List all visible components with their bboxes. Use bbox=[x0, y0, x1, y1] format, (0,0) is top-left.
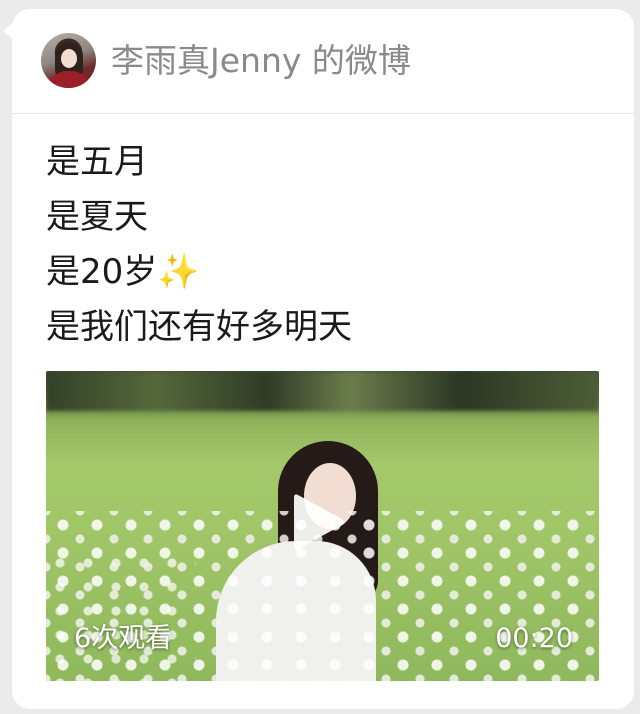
post-header[interactable]: 李雨真Jenny 的微博 bbox=[12, 9, 634, 114]
avatar[interactable] bbox=[41, 33, 96, 88]
video-thumbnail[interactable]: 6次观看 00:20 bbox=[46, 371, 599, 681]
post-text: 是五月 是夏天 是20岁✨ 是我们还有好多明天 bbox=[46, 135, 606, 355]
post-line-2: 是夏天 bbox=[46, 197, 148, 237]
avatar-face bbox=[61, 49, 77, 68]
shared-post-card[interactable]: 李雨真Jenny 的微博 是五月 是夏天 是20岁✨ 是我们还有好多明天 6次观… bbox=[12, 9, 634, 709]
view-count: 6次观看 bbox=[74, 623, 173, 654]
play-icon[interactable] bbox=[290, 491, 346, 553]
video-duration: 00:20 bbox=[495, 623, 573, 654]
background-trees bbox=[46, 371, 599, 411]
post-line-3: 是20岁✨ bbox=[46, 252, 200, 292]
post-line-4: 是我们还有好多明天 bbox=[46, 307, 352, 347]
post-line-1: 是五月 bbox=[46, 142, 148, 182]
account-name[interactable]: 李雨真Jenny 的微博 bbox=[111, 40, 411, 82]
avatar-coat bbox=[47, 71, 91, 88]
